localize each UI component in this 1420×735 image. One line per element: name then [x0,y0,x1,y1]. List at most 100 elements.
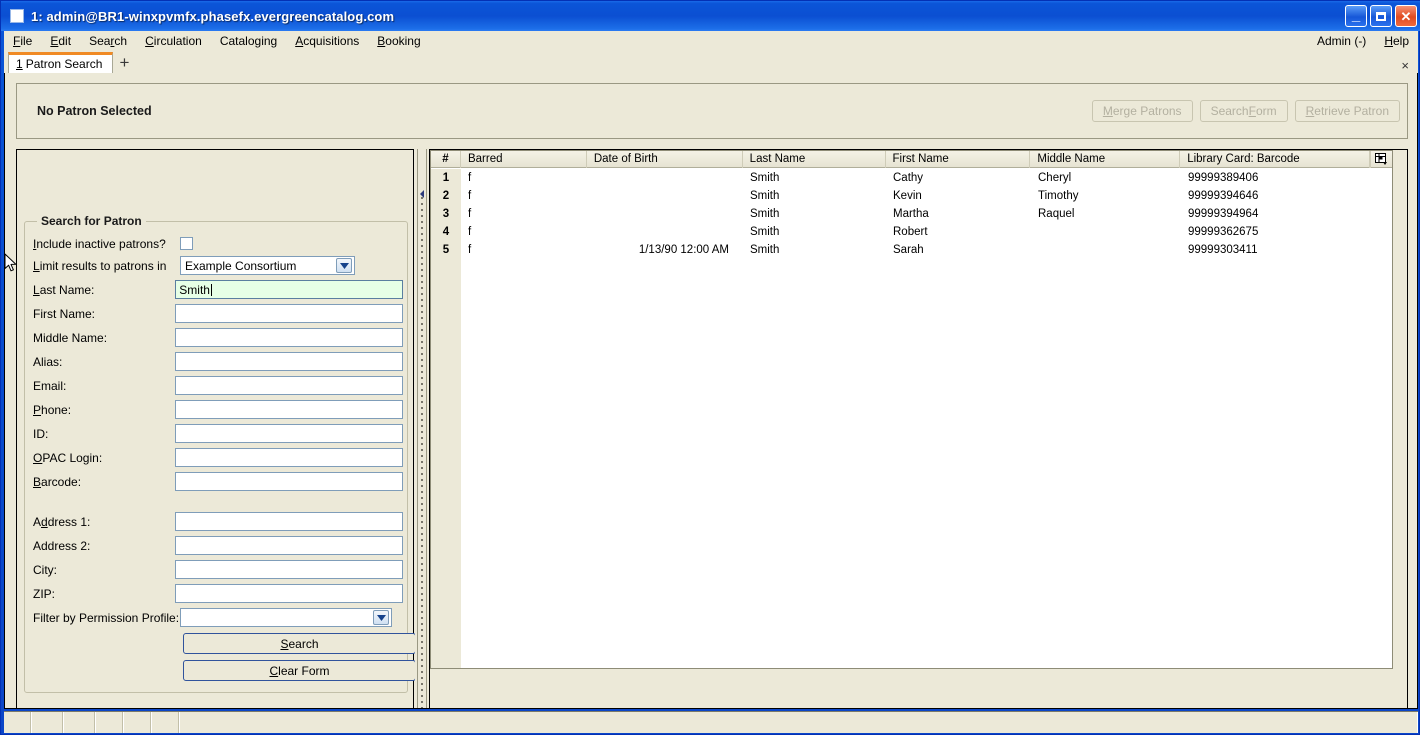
new-tab-button[interactable]: + [113,52,135,73]
menu-acquisitions[interactable]: Acquisitions [286,32,368,50]
barcode-input[interactable] [175,472,403,491]
limit-results-select[interactable]: Example Consortium [180,256,355,275]
row-permission-profile: Filter by Permission Profile: [33,608,403,627]
tab-index: 1 [16,57,23,71]
zip-input[interactable] [175,584,403,603]
column-header-middle-name[interactable]: Middle Name [1030,150,1181,168]
menu-file[interactable]: File [4,32,41,50]
panel-splitter[interactable] [415,149,429,708]
cell-last: Smith [750,172,780,184]
address-2-input[interactable] [175,536,403,555]
column-picker-icon[interactable] [1370,150,1392,168]
status-segment-main [180,712,1418,733]
column-header-date-of-birth[interactable]: Date of Birth [587,150,743,168]
maximize-button[interactable] [1370,5,1392,27]
alias-label: Alias: [33,354,63,369]
column-header-last-name[interactable]: Last Name [743,150,886,168]
menu-edit[interactable]: Edit [41,32,80,50]
row-alias: Alias: [33,352,403,371]
cell-dob [587,223,743,241]
cell-barcode: 99999362675 [1188,226,1259,238]
patron-status-label: No Patron Selected [37,104,152,118]
include-inactive-label: Include inactive patrons? [33,236,166,251]
menu-help[interactable]: Help [1375,32,1418,50]
table-row[interactable]: 3 f Smith Martha Raquel 99999394964 [431,205,1392,223]
row-city: City: [33,560,403,579]
cell-barcode: 99999389406 [1188,172,1259,184]
status-bar [4,711,1418,733]
city-input[interactable] [175,560,403,579]
menu-search[interactable]: Search [80,32,136,50]
window-controls: _ ✕ [1345,5,1417,27]
title-bar: 1: admin@BR1-winxpvmfx.phasefx.evergreen… [1,1,1420,31]
search-button[interactable]: Search [183,633,416,654]
cell-dob [587,169,743,187]
chevron-down-icon [373,610,389,625]
table-row[interactable]: 1 f Smith Cathy Cheryl 99999389406 [431,169,1392,187]
patron-header-buttons: Merge Patrons Search Form Retrieve Patro… [1091,100,1400,122]
city-label: City: [33,562,57,577]
phone-input[interactable] [175,400,403,419]
cell-num: 5 [431,241,461,259]
cell-dob [587,205,743,223]
table-row[interactable]: 5 f 1/13/90 12:00 AM Smith Sarah 99999303411 [431,241,1392,259]
splitter-grip[interactable] [421,197,423,708]
permission-profile-label: Filter by Permission Profile: [33,610,180,625]
email-input[interactable] [175,376,403,395]
search-form-button[interactable]: Search Form [1199,100,1288,122]
alias-input[interactable] [175,352,403,371]
table-row[interactable]: 2 f Smith Kevin Timothy 99999394646 [431,187,1392,205]
row-last-name: Last Name: Smith [33,280,403,299]
opac-login-input[interactable] [175,448,403,467]
tab-patron-search[interactable]: 1 Patron Search [8,52,114,73]
window-title: 1: admin@BR1-winxpvmfx.phasefx.evergreen… [31,8,395,24]
close-button[interactable]: ✕ [1395,5,1417,27]
retrieve-patron-button[interactable]: Retrieve Patron [1294,100,1400,122]
include-inactive-checkbox[interactable] [180,237,193,250]
minimize-button[interactable]: _ [1345,5,1367,27]
first-name-label: First Name: [33,306,96,321]
id-input[interactable] [175,424,403,443]
last-name-input[interactable]: Smith [175,280,403,299]
menu-cataloging[interactable]: Cataloging [211,32,286,50]
cell-first: Sarah [893,244,924,256]
last-name-value: Smith [179,282,210,297]
middle-name-input[interactable] [175,328,403,347]
status-segment-4 [96,712,124,733]
row-first-name: First Name: [33,304,403,323]
column-header-first-name[interactable]: First Name [886,150,1031,168]
column-header-library-card-barcode[interactable]: Library Card: Barcode [1180,150,1370,168]
cell-barred: f [468,208,472,220]
search-group-legend: Search for Patron [37,214,146,228]
results-grid-header: # Barred Date of Birth Last Name First N… [431,150,1392,168]
menu-admin[interactable]: Admin (-) [1308,32,1375,50]
cell-middle: Raquel [1038,208,1075,220]
splitter-collapse-up-icon[interactable] [418,189,426,199]
chevron-down-icon [336,258,352,273]
permission-profile-select[interactable] [180,608,392,627]
clear-form-button[interactable]: Clear Form [183,660,416,681]
cell-first: Robert [893,226,928,238]
phone-label: Phone: [33,402,72,417]
menu-circulation[interactable]: Circulation [136,32,211,50]
cell-middle [1031,241,1181,259]
row-zip: ZIP: [33,584,403,603]
close-tab-button[interactable]: × [1401,58,1409,73]
column-header-barred[interactable]: Barred [461,150,587,168]
opac-login-label: OPAC Login: [33,450,103,465]
id-label: ID: [33,426,49,441]
cell-middle: Timothy [1038,190,1079,202]
column-header-number[interactable]: # [431,150,461,168]
table-row[interactable]: 4 f Smith Robert 99999362675 [431,223,1392,241]
last-name-label: Last Name: [33,282,95,297]
cell-barcode: 99999303411 [1188,244,1258,256]
menu-booking[interactable]: Booking [368,32,429,50]
row-id: ID: [33,424,403,443]
address-1-input[interactable] [175,512,403,531]
first-name-input[interactable] [175,304,403,323]
patron-header-bar: No Patron Selected Merge Patrons Search … [16,83,1408,139]
merge-patrons-button[interactable]: Merge Patrons [1091,100,1193,122]
window-icon [10,9,24,23]
cell-barcode: 99999394964 [1188,208,1259,220]
barcode-label: Barcode: [33,474,82,489]
